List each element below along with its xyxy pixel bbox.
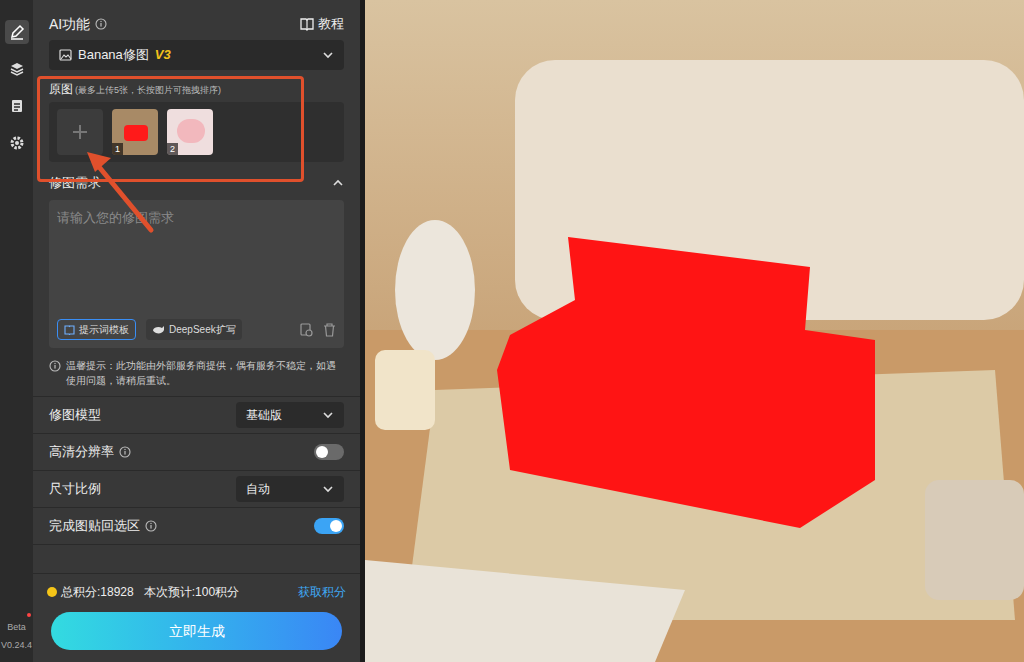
highlight-frame [37, 76, 304, 182]
setting-toggle[interactable] [314, 444, 344, 460]
info-icon [49, 360, 61, 372]
chevron-up-icon [332, 177, 344, 189]
side-panel: AI功能教程Banana修图V3原图(最多上传5张，长按图片可拖拽排序)12修图… [33, 0, 360, 662]
layers-icon [9, 61, 25, 77]
rail-item[interactable] [5, 57, 29, 81]
image-icon [59, 49, 72, 61]
setting-row: 尺寸比例自动 [33, 471, 360, 508]
trash-icon[interactable] [323, 323, 336, 337]
setting-select[interactable]: 自动 [236, 476, 344, 502]
info-icon [145, 520, 157, 532]
panel-title: AI功能 [49, 14, 90, 35]
request-box: 提示词模板 DeepSeek扩写 [49, 200, 344, 348]
history-icon[interactable] [299, 323, 313, 337]
info-icon [119, 446, 131, 458]
get-points-link[interactable]: 获取积分 [298, 583, 346, 601]
notice: 温馨提示：此功能由外部服务商提供，偶有服务不稳定，如遇使用问题，请稍后重试。 [49, 348, 344, 396]
prompt-template-button[interactable]: 提示词模板 [57, 319, 136, 340]
info-icon [95, 18, 107, 30]
chevron-down-icon [322, 483, 334, 495]
request-header[interactable]: 修图需求 [49, 172, 344, 194]
photo-canvas[interactable] [365, 0, 1024, 662]
tool-rail: Beta V0.24.4 [0, 0, 33, 662]
chevron-down-icon [322, 409, 334, 421]
arrow-icon [73, 140, 163, 240]
generate-button[interactable]: 立即生成 [51, 612, 342, 650]
beta-dot [27, 613, 31, 617]
version-label: V0.24.4 [1, 639, 32, 653]
edit-icon [9, 24, 25, 40]
book-icon [300, 18, 314, 31]
setting-select[interactable]: 基础版 [236, 402, 344, 428]
panel-footer: 总积分:18928本次预计:100积分获取积分立即生成 [33, 573, 360, 662]
source-thumbnail[interactable]: 2 [167, 109, 213, 155]
deepseek-button[interactable]: DeepSeek扩写 [146, 319, 242, 340]
plus-icon [71, 123, 89, 141]
beta-badge: Beta [7, 622, 26, 632]
function-select[interactable]: Banana修图V3 [49, 40, 344, 70]
coin-icon [47, 587, 57, 597]
setting-row: 修图模型基础版 [33, 397, 360, 434]
setting-toggle[interactable] [314, 518, 344, 534]
setting-row: 完成图贴回选区 [33, 508, 360, 545]
request-input[interactable] [57, 208, 336, 319]
book-icon [64, 325, 75, 335]
tutorial-link[interactable]: 教程 [300, 14, 344, 34]
request-section: 修图需求提示词模板 DeepSeek扩写温馨提示：此功能由外部服务商提供，偶有服务… [33, 172, 360, 396]
rail-item[interactable] [5, 20, 29, 44]
version-tag: V3 [155, 45, 171, 65]
setting-row: 高清分辨率 [33, 434, 360, 471]
settings-icon [9, 135, 25, 151]
add-image-button[interactable] [57, 109, 103, 155]
whale-icon [152, 325, 165, 335]
rail-item[interactable] [5, 94, 29, 118]
document-icon [9, 98, 25, 114]
thumbnail-number: 2 [167, 143, 178, 155]
thumbnail-number: 1 [112, 143, 123, 155]
source-section: 原图(最多上传5张，长按图片可拖拽排序)12 [33, 70, 360, 172]
rail-item[interactable] [5, 131, 29, 155]
chevron-down-icon [322, 49, 334, 61]
source-thumbnail[interactable]: 1 [112, 109, 158, 155]
